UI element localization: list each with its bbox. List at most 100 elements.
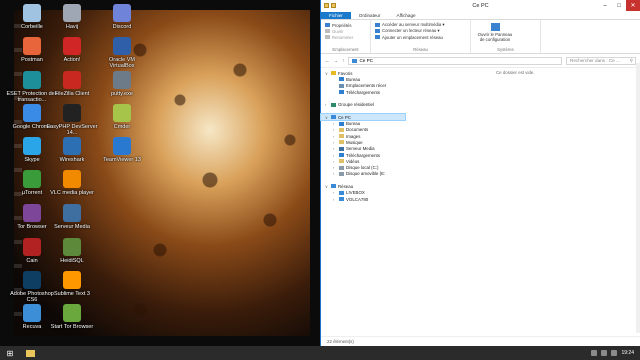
desktop-shortcut-label: Serveur Media: [54, 224, 90, 230]
expand-chevron-icon[interactable]: ›: [333, 146, 337, 151]
network-drive-icon: [375, 29, 380, 33]
expand-chevron-icon[interactable]: ›: [333, 121, 337, 126]
desktop-shortcut-label: Action!: [63, 57, 81, 63]
search-input[interactable]: Rechercher dans : Ce ... ⚲: [566, 56, 636, 65]
vertical-scrollbar[interactable]: [636, 63, 640, 333]
desktop-shortcut[interactable]: Cmder: [96, 104, 148, 130]
desktop-shortcut[interactable]: TeamViewer 13: [96, 137, 148, 163]
desktop-shortcut-label: Wireshark: [59, 157, 85, 163]
expand-chevron-icon[interactable]: ›: [333, 190, 337, 195]
expand-chevron-icon[interactable]: ›: [333, 134, 337, 139]
documents-icon: [339, 127, 344, 132]
network-computer-icon: [339, 197, 344, 202]
taskbar: ⊞ 19:24: [0, 346, 640, 360]
expand-chevron-icon[interactable]: ›: [325, 102, 329, 107]
volume-icon[interactable]: [601, 350, 608, 356]
ribbon-group-label: Système: [497, 47, 514, 52]
rename-button[interactable]: Renommer: [325, 34, 366, 40]
desktop-shortcut[interactable]: Serveur Media: [46, 204, 98, 230]
tree-item-label: Ce PC: [338, 114, 351, 120]
downloads-icon: [339, 90, 344, 95]
tab-affichage[interactable]: Affichage: [389, 12, 424, 19]
network-computer-icon: [339, 190, 344, 195]
desktop-shortcut[interactable]: Action!: [46, 37, 98, 63]
address-bar[interactable]: Ce PC: [348, 56, 562, 65]
tree-item-label: Téléchargements: [346, 152, 380, 158]
desktop-shortcut[interactable]: FileZilla Client: [46, 71, 98, 97]
filezilla-icon: [63, 71, 81, 89]
desktop-shortcut[interactable]: Discord: [96, 4, 148, 30]
photoshop-icon: [23, 271, 41, 289]
desktop-shortcut[interactable]: EasyPHP DevServer 14...: [46, 104, 98, 136]
start-button[interactable]: ⊞: [0, 346, 20, 360]
expand-chevron-icon[interactable]: ›: [333, 140, 337, 145]
control-panel-button[interactable]: Ouvrir le Panneau de configuration: [475, 23, 515, 42]
desktop-shortcut[interactable]: Oracle VM VirtualBox: [96, 37, 148, 69]
up-arrow-icon[interactable]: ↑: [342, 58, 344, 63]
ribbon-group-reseau: Accéder au serveur multimédia ▾ Connecte…: [371, 20, 471, 53]
expand-chevron-icon[interactable]: ›: [333, 171, 337, 176]
system-tray: 19:24: [591, 350, 640, 356]
expand-chevron-icon[interactable]: ›: [333, 197, 337, 202]
tree-item[interactable]: › VOLCA780: [321, 196, 405, 202]
expand-chevron-icon[interactable]: ∨: [325, 71, 329, 76]
desktop-shortcut-label: Cmder: [113, 124, 131, 130]
media-server-icon: [339, 146, 344, 151]
virtualbox-icon: [113, 37, 131, 55]
recent-places-icon: [339, 83, 344, 88]
ribbon-group-emplacement: Propriétés Ouvrir Renommer Emplacement: [321, 20, 371, 53]
back-arrow-icon[interactable]: ←: [325, 58, 330, 63]
desktop-shortcut-label: Sublime Text 3: [54, 291, 90, 297]
expand-chevron-icon[interactable]: ›: [333, 165, 337, 170]
skype-icon: [23, 137, 41, 155]
tree-item-label: LIVEBOX: [346, 190, 365, 196]
network-location-icon: [375, 35, 380, 39]
open-icon: [325, 29, 330, 33]
tab-fichier[interactable]: Fichier: [321, 12, 351, 19]
add-network-location-button[interactable]: Ajouter un emplacement réseau: [375, 34, 466, 40]
clock[interactable]: 19:24: [621, 350, 634, 356]
desktop-shortcut[interactable]: Start Tor Browser: [46, 304, 98, 330]
tab-ordinateur[interactable]: Ordinateur: [351, 12, 389, 19]
network-icon[interactable]: [591, 350, 598, 356]
item-count: 22 élément(s): [327, 339, 354, 344]
tree-item-label: Musique: [346, 139, 363, 145]
media-server-icon: [375, 23, 380, 27]
tree-item-label: VOLCA780: [346, 196, 369, 202]
file-explorer-taskbar-icon[interactable]: [20, 346, 40, 360]
desktop-shortcut-label: HeidiSQL: [60, 258, 84, 264]
cain-icon: [23, 238, 41, 256]
ribbon: Propriétés Ouvrir Renommer Emplacement A…: [321, 20, 640, 54]
recycle-bin-icon: [23, 4, 41, 22]
tree-item-label: Groupe résidentiel: [338, 102, 374, 108]
expand-chevron-icon[interactable]: ›: [333, 153, 337, 158]
expand-chevron-icon[interactable]: ›: [333, 159, 337, 164]
start-tor-icon: [63, 304, 81, 322]
battery-icon[interactable]: [611, 350, 618, 356]
desktop-shortcut-label: EasyPHP DevServer 14...: [46, 124, 98, 136]
navigation-bar: ← → ↑ Ce PC Rechercher dans : Ce ... ⚲: [321, 54, 640, 68]
easyphp-icon: [63, 104, 81, 122]
desktop-shortcut[interactable]: putty.exe: [96, 71, 148, 97]
wireshark-icon: [63, 137, 81, 155]
ribbon-group-systeme: Ouvrir le Panneau de configuration Systè…: [471, 20, 541, 53]
tree-item-label: Réseau: [338, 183, 354, 189]
desktop-shortcut-label: TeamViewer 13: [103, 157, 141, 163]
desktop-shortcut[interactable]: HeidiSQL: [46, 238, 98, 264]
discord-icon: [113, 4, 131, 22]
forward-arrow-icon[interactable]: →: [334, 58, 339, 63]
desktop-shortcut[interactable]: Sublime Text 3: [46, 271, 98, 297]
eset-icon: [23, 71, 41, 89]
desktop-shortcut[interactable]: Havij: [46, 4, 98, 30]
expand-chevron-icon[interactable]: ∨: [325, 115, 329, 120]
heidisql-icon: [63, 238, 81, 256]
expand-chevron-icon[interactable]: ›: [333, 127, 337, 132]
expand-chevron-icon[interactable]: ∨: [325, 184, 329, 189]
desktop-shortcut[interactable]: VLC media player: [46, 170, 98, 196]
computer-icon: [331, 115, 336, 120]
recuva-icon: [23, 304, 41, 322]
desktop-shortcut[interactable]: Wireshark: [46, 137, 98, 163]
status-bar: 22 élément(s): [321, 336, 640, 346]
ribbon-group-label: Réseau: [413, 47, 428, 52]
desktop-shortcut-label: Discord: [112, 24, 132, 30]
